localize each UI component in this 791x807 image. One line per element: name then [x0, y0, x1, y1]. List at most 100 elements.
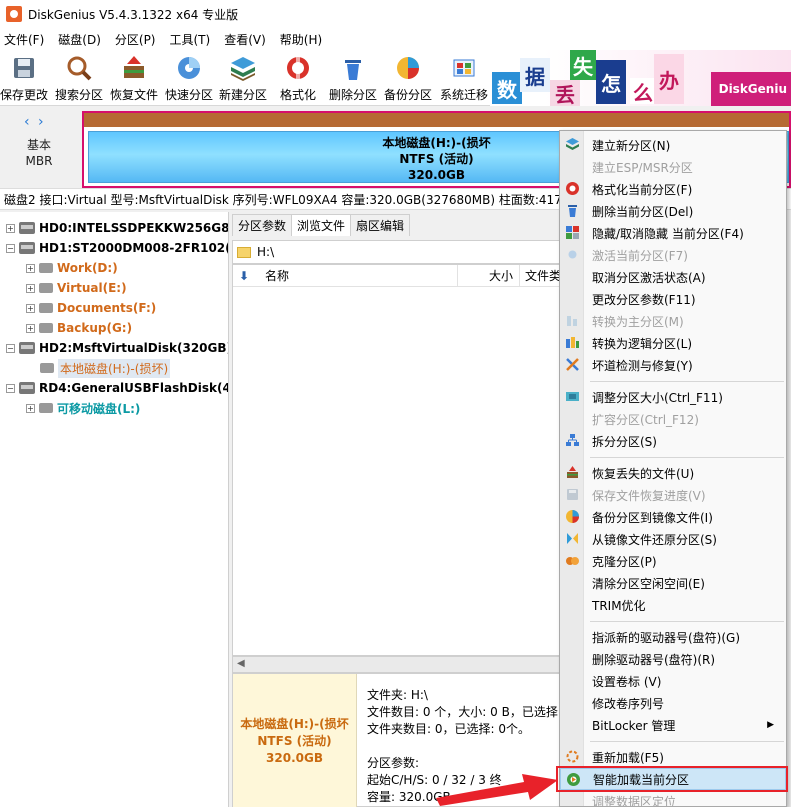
tree-label: HD2:MsftVirtualDisk(320GB): [39, 341, 229, 355]
menu-resize-partition[interactable]: 调整分区大小(Ctrl_F11): [560, 386, 786, 408]
menu-clone-partition[interactable]: 克隆分区(P): [560, 550, 786, 572]
banner-char: 么: [630, 78, 656, 105]
column-divider: [457, 264, 458, 287]
menu-convert-logical[interactable]: 转换为逻辑分区(L): [560, 332, 786, 354]
system-migration-button[interactable]: 系统迁移: [438, 52, 490, 104]
menu-recover-lost-files[interactable]: 恢复丢失的文件(U): [560, 462, 786, 484]
menu-bitlocker[interactable]: BitLocker 管理 ▶: [560, 714, 786, 736]
tree-label: 本地磁盘(H:)-(损坏): [58, 358, 171, 378]
menu-set-volume-label[interactable]: 设置卷标 (V): [560, 670, 786, 692]
window-title: DiskGenius V5.4.3.1322 x64 专业版: [28, 7, 239, 22]
menu-restore-from-image[interactable]: 从镜像文件还原分区(S): [560, 528, 786, 550]
new-partition-button[interactable]: 新建分区: [218, 52, 268, 104]
menu-remove-drive-letter[interactable]: 删除驱动器号(盘符)(R): [560, 648, 786, 670]
menu-expand-partition[interactable]: 扩容分区(Ctrl_F12): [560, 408, 786, 430]
menu-change-volume-serial[interactable]: 修改卷序列号: [560, 692, 786, 714]
expand-toggle[interactable]: +: [26, 303, 35, 313]
tab-browse-files[interactable]: 浏览文件: [291, 214, 352, 236]
menu-label: 建立ESP/MSR分区: [592, 160, 693, 175]
toolbar-label: 保存更改: [0, 88, 49, 102]
backup-partition-button[interactable]: 备份分区: [382, 52, 434, 104]
expand-toggle[interactable]: +: [26, 263, 35, 273]
tree-partition-documents[interactable]: + Documents(F:): [26, 298, 156, 318]
expand-toggle[interactable]: −: [6, 243, 15, 253]
save-icon: [14, 58, 34, 78]
menu-delete-partition[interactable]: 删除当前分区(Del): [560, 200, 786, 222]
menu-label: 拆分分区(S): [592, 434, 657, 449]
menu-disk[interactable]: 磁盘(D): [54, 31, 105, 48]
tree-partition-removable[interactable]: + 可移动磁盘(L:): [26, 398, 140, 418]
column-type[interactable]: 文件类: [525, 267, 561, 284]
menu-assign-drive-letter[interactable]: 指派新的驱动器号(盘符)(G): [560, 626, 786, 648]
partition-summary-block: 本地磁盘(H:)-(损坏 NTFS (活动) 320.0GB: [233, 674, 357, 807]
expand-toggle[interactable]: +: [26, 283, 35, 293]
quick-partition-button[interactable]: 快速分区: [164, 52, 214, 104]
info-params: 分区参数:: [367, 756, 420, 770]
tree-disk-hd2[interactable]: − HD2:MsftVirtualDisk(320GB): [6, 338, 229, 358]
menu-label: 转换为逻辑分区(L): [592, 336, 693, 351]
menu-trim-optimize[interactable]: TRIM优化: [560, 594, 786, 616]
trash-icon: [345, 60, 361, 80]
menu-create-esp-msr[interactable]: 建立ESP/MSR分区: [560, 156, 786, 178]
delete-partition-button[interactable]: 删除分区: [328, 52, 378, 104]
menu-file[interactable]: 文件(F): [0, 31, 48, 48]
menu-deactivate-partition[interactable]: 取消分区激活状态(A): [560, 266, 786, 288]
path-bar[interactable]: H:\: [232, 240, 562, 264]
menu-label: 克隆分区(P): [592, 554, 657, 569]
tree-disk-hd0[interactable]: + HD0:INTELSSDPEKKW256G8(2: [6, 218, 228, 238]
recover-files-icon: [124, 56, 144, 78]
menu-help[interactable]: 帮助(H): [276, 31, 326, 48]
tree-label: 可移动磁盘(L:): [57, 401, 141, 416]
ad-banner[interactable]: 数 据 丢 失 怎 么 办 DiskGeniu: [490, 50, 791, 106]
menu-adjust-data-area[interactable]: 调整数据区定位: [560, 790, 786, 807]
menu-view[interactable]: 查看(V): [220, 31, 270, 48]
file-list[interactable]: ⬇ 名称 大小 文件类: [232, 264, 562, 656]
partition-context-menu: 建立新分区(N) 建立ESP/MSR分区 格式化当前分区(F) 删除当前分区(D…: [559, 130, 787, 807]
menu-format-partition[interactable]: 格式化当前分区(F): [560, 178, 786, 200]
tree-partition-work[interactable]: + Work(D:): [26, 258, 118, 278]
menu-save-recovery-progress[interactable]: 保存文件恢复进度(V): [560, 484, 786, 506]
info-folder: 文件夹: H:\: [367, 688, 428, 702]
menu-convert-primary[interactable]: 转换为主分区(M): [560, 310, 786, 332]
menu-bad-sector-check[interactable]: 坏道检测与修复(Y): [560, 354, 786, 376]
menu-activate-partition[interactable]: 激活当前分区(F7): [560, 244, 786, 266]
menu-label: 更改分区参数(F11): [592, 292, 696, 307]
expand-toggle[interactable]: +: [26, 403, 35, 413]
toolbar-label: 快速分区: [164, 88, 213, 102]
format-button[interactable]: 格式化: [276, 52, 320, 104]
column-name[interactable]: 名称: [265, 267, 289, 284]
menu-wipe-free-space[interactable]: 清除分区空闲空间(E): [560, 572, 786, 594]
menu-reload[interactable]: 重新加载(F5): [560, 746, 786, 768]
column-size[interactable]: 大小: [489, 267, 513, 284]
menu-separator: [590, 741, 784, 742]
sort-arrow-icon[interactable]: ⬇: [239, 269, 249, 283]
menu-create-partition[interactable]: 建立新分区(N): [560, 134, 786, 156]
disk-type-line1: 基本: [26, 138, 51, 152]
tab-sector-editor[interactable]: 扇区编辑: [350, 214, 411, 236]
menu-split-partition[interactable]: 拆分分区(S): [560, 430, 786, 452]
menu-hide-partition[interactable]: 隐藏/取消隐藏 当前分区(F4): [560, 222, 786, 244]
tab-partition-params[interactable]: 分区参数: [232, 214, 293, 236]
banner-brand: DiskGeniu: [711, 72, 791, 106]
search-partition-button[interactable]: 搜索分区: [54, 52, 104, 104]
tree-disk-hd1[interactable]: − HD1:ST2000DM008-2FR102(18: [6, 238, 228, 258]
tree-partition-backup[interactable]: + Backup(G:): [26, 318, 132, 338]
tree-partition-h[interactable]: 本地磁盘(H:)-(损坏): [40, 358, 171, 378]
menu-change-params[interactable]: 更改分区参数(F11): [560, 288, 786, 310]
save-changes-button[interactable]: 保存更改: [0, 52, 48, 104]
recover-files-button[interactable]: 恢复文件: [108, 52, 160, 104]
expand-toggle[interactable]: +: [6, 223, 15, 233]
expand-toggle[interactable]: −: [6, 343, 15, 353]
tree-label: Documents(F:): [57, 301, 157, 315]
menu-partition[interactable]: 分区(P): [111, 31, 160, 48]
expand-toggle[interactable]: +: [26, 323, 35, 333]
tree-disk-rd4[interactable]: − RD4:GeneralUSBFlashDisk(4G: [6, 378, 228, 398]
tree-partition-virtual[interactable]: + Virtual(E:): [26, 278, 127, 298]
expand-toggle[interactable]: −: [6, 383, 15, 393]
scroll-left-arrow-icon[interactable]: ◀: [237, 658, 245, 669]
menu-tools[interactable]: 工具(T): [166, 31, 215, 48]
magnifier-icon: [67, 56, 92, 81]
disk-nav-arrows[interactable]: ‹ ›: [24, 114, 46, 130]
menu-backup-to-image[interactable]: 备份分区到镜像文件(I): [560, 506, 786, 528]
horizontal-scrollbar[interactable]: ◀: [232, 656, 562, 673]
